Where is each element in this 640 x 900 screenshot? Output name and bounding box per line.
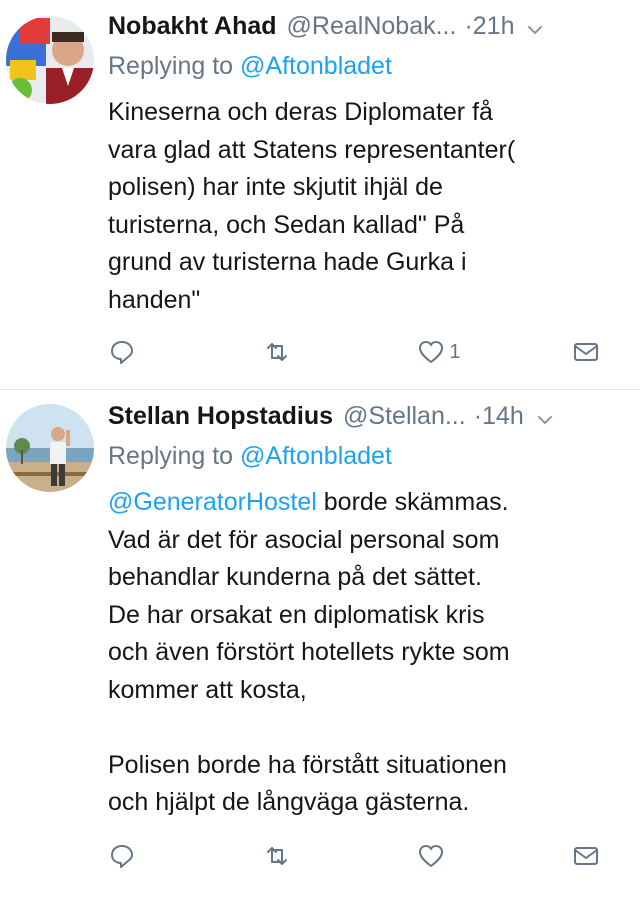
heart-icon — [419, 341, 444, 363]
tweet-actions: 1 — [108, 338, 600, 366]
reply-context: Replying to @Aftonbladet — [108, 442, 622, 476]
tweet-body: borde skämmas. Vad är det för asocial pe… — [108, 488, 510, 816]
mail-icon — [573, 343, 598, 361]
reply-button[interactable] — [108, 842, 238, 870]
timestamp[interactable]: ·14h — [474, 402, 524, 431]
like-button[interactable] — [417, 842, 547, 870]
user-name[interactable]: Nobakht Ahad — [108, 12, 277, 41]
reply-prefix: Replying to — [108, 52, 234, 80]
heart-icon — [419, 845, 444, 867]
direct-message-button[interactable] — [572, 842, 600, 870]
reply-context: Replying to @Aftonbladet — [108, 52, 622, 86]
reply-mention-link[interactable]: @Aftonbladet — [240, 52, 392, 80]
user-name[interactable]: Stellan Hopstadius — [108, 402, 333, 431]
tweet-text: Kineserna och deras Diplomater få vara g… — [108, 94, 622, 319]
direct-message-button[interactable] — [572, 338, 600, 366]
chevron-down-icon[interactable] — [526, 21, 544, 39]
user-handle[interactable]: @Stellan... — [343, 402, 466, 431]
tweet[interactable]: Stellan Hopstadius @Stellan... ·14h Repl… — [0, 390, 640, 900]
tweet-header: Stellan Hopstadius @Stellan... ·14h — [108, 402, 622, 438]
timestamp[interactable]: ·21h — [464, 12, 514, 41]
like-button[interactable]: 1 — [417, 338, 547, 366]
reply-button[interactable] — [108, 338, 238, 366]
reply-prefix: Replying to — [108, 442, 234, 470]
reply-icon — [111, 341, 133, 364]
tweet-actions — [108, 842, 600, 870]
mail-icon — [573, 847, 598, 865]
avatar[interactable] — [6, 16, 94, 104]
tweet-text: @GeneratorHostel borde skämmas. Vad är d… — [108, 484, 622, 822]
reply-icon — [111, 845, 133, 868]
text-mention-link[interactable]: @GeneratorHostel — [108, 488, 317, 516]
retweet-button[interactable] — [263, 338, 393, 366]
tweet-body: Kineserna och deras Diplomater få vara g… — [108, 98, 516, 314]
retweet-icon — [266, 343, 287, 361]
like-count: 1 — [449, 340, 461, 363]
chevron-down-icon[interactable] — [536, 411, 554, 429]
tweet-header: Nobakht Ahad @RealNobak... ·21h — [108, 12, 622, 48]
retweet-icon — [266, 847, 287, 865]
reply-mention-link[interactable]: @Aftonbladet — [240, 442, 392, 470]
tweet[interactable]: Nobakht Ahad @RealNobak... ·21h Replying… — [0, 0, 640, 390]
retweet-button[interactable] — [263, 842, 393, 870]
avatar[interactable] — [6, 404, 94, 492]
user-handle[interactable]: @RealNobak... — [287, 12, 457, 41]
